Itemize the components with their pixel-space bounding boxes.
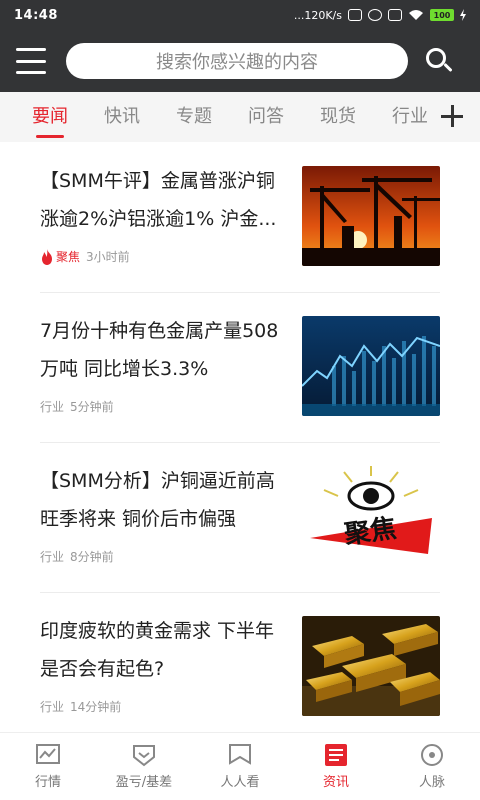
- shield-icon: [133, 745, 155, 767]
- nav-label: 行情: [34, 775, 61, 790]
- news-meta: 行业 8分钟前: [40, 548, 114, 565]
- nav-everyone-watch[interactable]: 人人看: [192, 733, 288, 800]
- search-placeholder: 搜索你感兴趣的内容: [156, 52, 318, 73]
- tab-industry[interactable]: 行业: [392, 92, 428, 142]
- alarm-icon: [368, 9, 382, 21]
- nav-contacts[interactable]: 人脉: [384, 733, 480, 800]
- news-item[interactable]: 【SMM分析】沪铜逼近前高 旺季将来 铜价后市偏强 行业 8分钟前 聚焦: [40, 442, 440, 592]
- nav-label: 资讯: [322, 775, 349, 790]
- status-indicators: ...120K/s 100: [294, 9, 466, 22]
- wifi-icon: [409, 10, 423, 20]
- flame-icon: [42, 248, 52, 265]
- news-tag: 行业: [40, 550, 65, 564]
- chart-icon: [36, 744, 60, 764]
- news-tag: 聚焦: [56, 250, 81, 264]
- nav-profit-basis[interactable]: 盈亏/基差: [96, 733, 192, 800]
- news-icon: [325, 744, 347, 766]
- category-tabs: 要闻 快讯 专题 问答 现货 行业: [0, 92, 480, 142]
- nav-news[interactable]: 资讯: [288, 733, 384, 800]
- nav-label: 人人看: [220, 775, 260, 790]
- status-time: 14:48: [14, 7, 58, 23]
- tab-spot[interactable]: 现货: [320, 92, 356, 142]
- news-meta: 行业 14分钟前: [40, 698, 121, 715]
- mute-icon: [348, 9, 362, 21]
- bookmark-icon: [229, 744, 251, 765]
- add-tab-icon[interactable]: [440, 104, 464, 128]
- app-screen: 14:48 ...120K/s 100 搜索你感兴趣的内容 要闻 快讯 专题 问…: [0, 0, 480, 800]
- charging-icon: [460, 9, 466, 21]
- news-thumbnail-stock-chart: [302, 316, 440, 416]
- menu-icon[interactable]: [16, 48, 46, 74]
- news-item[interactable]: 印度疲软的黄金需求 下半年是否会有起色? 行业 14分钟前: [40, 592, 440, 732]
- news-title: 【SMM分析】沪铜逼近前高 旺季将来 铜价后市偏强: [40, 470, 275, 530]
- battery-icon: 100: [430, 9, 454, 21]
- hot-tag: 聚焦: [40, 248, 80, 265]
- news-thumbnail-focus: 聚焦: [302, 466, 440, 566]
- sim-icon: [388, 9, 402, 21]
- news-thumbnail-gold-bars: [302, 616, 440, 716]
- search-input[interactable]: 搜索你感兴趣的内容: [66, 43, 408, 79]
- tab-news[interactable]: 要闻: [32, 92, 68, 142]
- news-time: 8分钟前: [70, 550, 114, 564]
- status-bar: 14:48 ...120K/s 100: [0, 0, 480, 30]
- nav-label: 人脉: [418, 775, 445, 790]
- news-time: 14分钟前: [70, 700, 122, 714]
- search-icon[interactable]: [424, 46, 454, 76]
- news-time: 3小时前: [86, 250, 130, 264]
- news-tag: 行业: [40, 400, 65, 414]
- news-meta: 聚焦 3小时前: [40, 248, 130, 265]
- news-title: 【SMM午评】金属普涨沪铜涨逾2%沪铝涨逾1% 沪金...: [40, 170, 277, 230]
- network-speed: ...120K/s: [293, 8, 342, 22]
- tab-topics[interactable]: 专题: [176, 92, 212, 142]
- news-thumbnail-port-sunset: [302, 166, 440, 266]
- news-meta: 行业 5分钟前: [40, 398, 114, 415]
- news-item[interactable]: 【SMM午评】金属普涨沪铜涨逾2%沪铝涨逾1% 沪金... 聚焦 3小时前: [40, 142, 440, 292]
- news-item[interactable]: 7月份十种有色金属产量508万吨 同比增长3.3% 行业 5分钟前: [40, 292, 440, 442]
- nav-label: 盈亏/基差: [115, 775, 173, 790]
- nav-market[interactable]: 行情: [0, 733, 96, 800]
- news-title: 印度疲软的黄金需求 下半年是否会有起色?: [40, 620, 275, 680]
- news-title: 7月份十种有色金属产量508万吨 同比增长3.3%: [40, 320, 279, 380]
- news-time: 5分钟前: [70, 400, 114, 414]
- tab-flash[interactable]: 快讯: [104, 92, 140, 142]
- tab-qa[interactable]: 问答: [248, 92, 284, 142]
- news-feed: 【SMM午评】金属普涨沪铜涨逾2%沪铝涨逾1% 沪金... 聚焦 3小时前 7月…: [0, 142, 480, 732]
- bottom-nav: 行情 盈亏/基差 人人看 资讯 人脉: [0, 732, 480, 800]
- news-tag: 行业: [40, 700, 65, 714]
- compass-icon: [421, 744, 443, 766]
- top-bar: 搜索你感兴趣的内容: [0, 30, 480, 92]
